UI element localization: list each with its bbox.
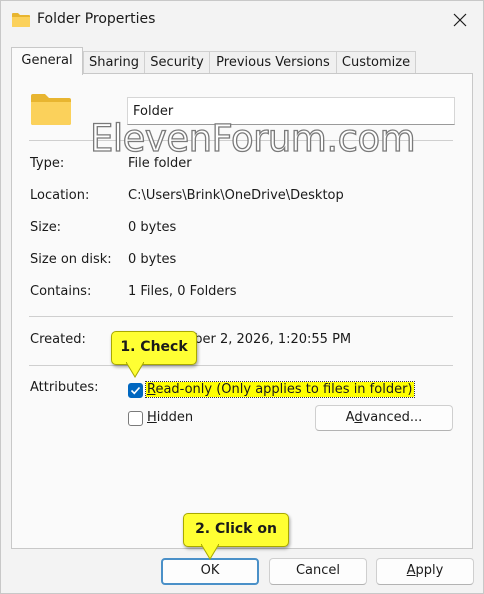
size-on-disk-value: 0 bytes xyxy=(128,252,177,267)
large-folder-icon xyxy=(31,93,71,129)
separator xyxy=(29,365,453,366)
advanced-button[interactable]: Advanced... xyxy=(315,405,453,431)
location-label: Location: xyxy=(30,188,90,203)
tab-previous-versions[interactable]: Previous Versions xyxy=(209,51,337,74)
hidden-label[interactable]: Hidden xyxy=(147,410,193,425)
type-label: Type: xyxy=(30,156,65,171)
close-icon xyxy=(453,13,467,27)
created-label: Created: xyxy=(30,332,86,347)
cancel-button[interactable]: Cancel xyxy=(269,558,367,585)
tab-sharing[interactable]: Sharing xyxy=(83,51,145,74)
separator xyxy=(29,316,453,317)
readonly-label[interactable]: Read-only (Only applies to files in fold… xyxy=(145,381,415,398)
callout-check-tail xyxy=(126,362,144,378)
location-value: C:\Users\Brink\OneDrive\Desktop xyxy=(128,188,344,203)
callout-click-on: 2. Click on xyxy=(183,513,289,547)
apply-button[interactable]: Apply xyxy=(376,558,474,585)
window-title: Folder Properties xyxy=(37,11,156,27)
tab-customize[interactable]: Customize xyxy=(336,51,416,74)
type-value: File folder xyxy=(128,156,192,171)
size-on-disk-label: Size on disk: xyxy=(30,252,112,267)
callout-click-on-tail xyxy=(201,544,219,560)
size-label: Size: xyxy=(30,220,62,235)
contains-label: Contains: xyxy=(30,284,92,299)
attributes-label: Attributes: xyxy=(30,380,99,395)
size-value: 0 bytes xyxy=(128,220,177,235)
close-button[interactable] xyxy=(447,9,473,31)
checkmark-icon xyxy=(130,386,141,395)
title-bar: Folder Properties xyxy=(1,1,483,39)
callout-check: 1. Check xyxy=(111,331,197,365)
tab-general[interactable]: General xyxy=(11,47,83,75)
readonly-checkbox[interactable] xyxy=(128,383,143,398)
hidden-checkbox[interactable] xyxy=(128,411,143,426)
ok-button[interactable]: OK xyxy=(161,558,259,585)
watermark: ElevenForum.com xyxy=(89,116,416,160)
contains-value: 1 Files, 0 Folders xyxy=(128,284,237,299)
folder-properties-dialog: Folder Properties General Sharing Securi… xyxy=(0,0,484,594)
tab-security[interactable]: Security xyxy=(144,51,210,74)
folder-icon xyxy=(12,12,30,31)
